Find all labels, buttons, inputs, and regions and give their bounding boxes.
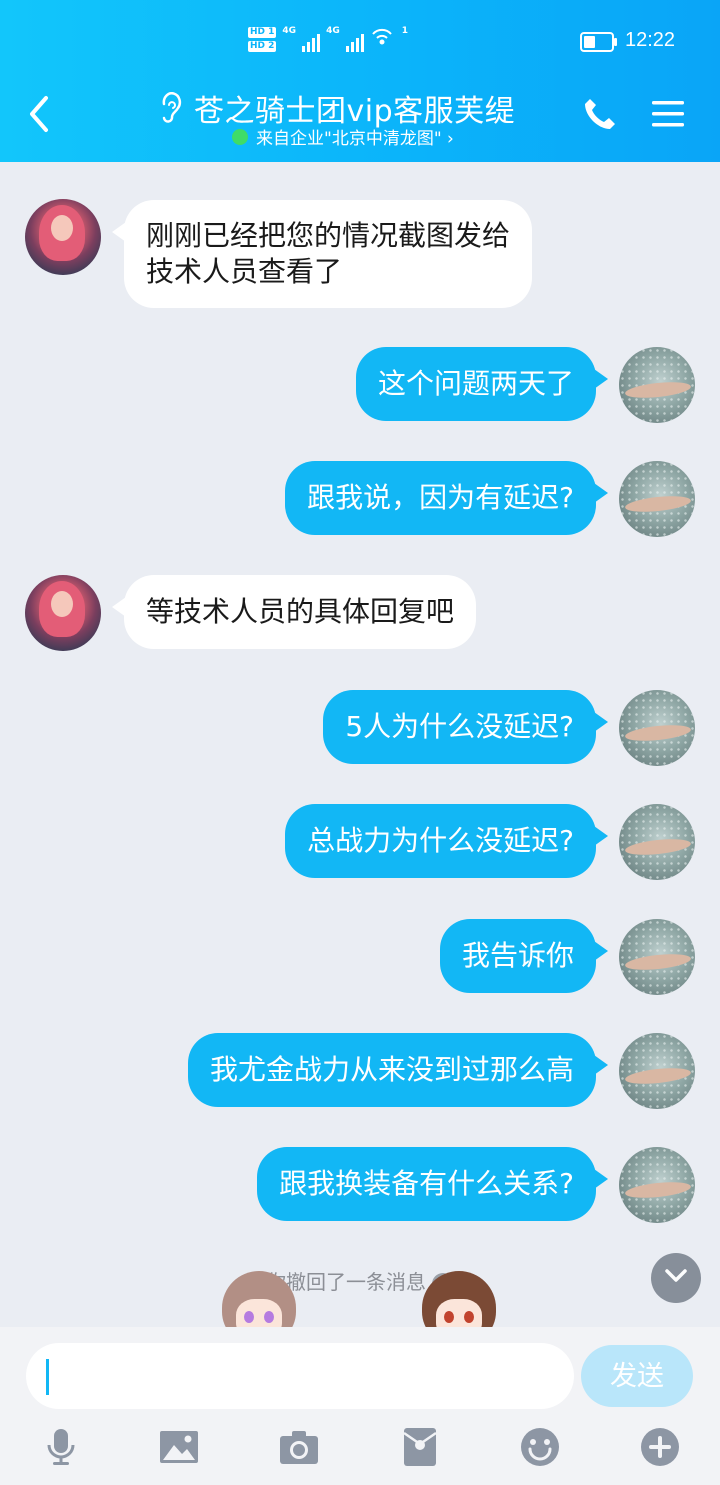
user-avatar[interactable] [619, 1147, 695, 1223]
message-text: 我尤金战力从来没到过那么高 [209, 1053, 574, 1086]
hotspot-badge: 1 [401, 26, 408, 36]
microphone-icon[interactable] [41, 1427, 81, 1467]
message-bubble[interactable]: 5人为什么没延迟? [323, 690, 608, 764]
message-bubble[interactable]: 等技术人员的具体回复吧 [111, 575, 477, 649]
user-avatar[interactable] [619, 461, 695, 537]
message-bubble[interactable]: 这个问题两天了 [355, 347, 609, 421]
message-input[interactable] [26, 1343, 574, 1409]
image-icon[interactable] [159, 1427, 199, 1467]
message-text: 跟我换装备有什么关系? [279, 1167, 574, 1200]
back-arrow-icon[interactable] [26, 94, 54, 134]
peeking-sticker-girl [218, 1271, 300, 1327]
send-button[interactable]: 发送 [581, 1345, 693, 1407]
user-avatar[interactable] [619, 690, 695, 766]
user-avatar[interactable] [619, 919, 695, 995]
message-bubble[interactable]: 我尤金战力从来没到过那么高 [187, 1033, 609, 1107]
emoji-icon[interactable] [520, 1427, 560, 1467]
red-packet-icon[interactable] [400, 1427, 440, 1467]
battery-icon [580, 32, 617, 52]
camera-icon[interactable] [279, 1427, 319, 1467]
message-bubble[interactable]: 刚刚已经把您的情况截图发给 技术人员查看了 [111, 200, 533, 308]
message-list[interactable]: 刚刚已经把您的情况截图发给 技术人员查看了 这个问题两天了 跟我说，因为有延迟?… [0, 162, 720, 1327]
network-2-label: 4G [326, 26, 340, 36]
network-1-label: 4G [282, 26, 297, 36]
hotspot-icon [371, 28, 392, 45]
user-avatar[interactable] [619, 347, 695, 423]
signal-1-icon [302, 32, 321, 52]
message-bubble[interactable]: 跟我说，因为有延迟? [285, 461, 608, 535]
plus-icon[interactable] [640, 1427, 680, 1467]
phone-icon[interactable] [582, 96, 618, 132]
user-avatar[interactable] [619, 804, 695, 880]
message-text: 等技术人员的具体回复吧 [146, 595, 455, 628]
clock: 12:22 [625, 29, 676, 51]
message-text: 跟我说，因为有延迟? [307, 481, 574, 514]
peeking-sticker-boy [418, 1271, 500, 1327]
signal-2-icon [345, 32, 364, 52]
hd-1-badge: HD 1 [248, 27, 277, 38]
message-text: 总战力为什么没延迟? [307, 824, 574, 857]
hd-2-badge: HD 2 [248, 41, 277, 52]
message-text: 5人为什么没延迟? [345, 710, 574, 743]
recall-notice: 你撤回了一条消息 [0, 1266, 720, 1295]
message-bubble[interactable]: 我告诉你 [439, 919, 609, 993]
message-text: 这个问题两天了 [377, 367, 574, 400]
input-panel: 发送 [0, 1327, 720, 1485]
menu-icon[interactable] [650, 98, 686, 130]
chat-subtitle: 来自企业"北京中清龙图" › [256, 129, 454, 149]
message-text: 技术人员查看了 [146, 255, 343, 288]
company-link[interactable]: 来自企业"北京中清龙图" › [232, 124, 454, 149]
chat-header: HD 1 HD 2 4G 4G 1 12:22 苍之骑士团vip客服芙缇 来自企… [0, 0, 720, 162]
chevron-down-icon [665, 1269, 687, 1282]
online-status-dot [232, 128, 248, 145]
status-bar: HD 1 HD 2 4G 4G 1 12:22 [0, 20, 720, 64]
agent-avatar[interactable] [25, 575, 101, 651]
signal-group: HD 1 HD 2 4G 4G 1 [248, 26, 408, 52]
ear-icon[interactable] [158, 92, 182, 124]
user-avatar[interactable] [619, 1033, 695, 1109]
message-bubble[interactable]: 跟我换装备有什么关系? [257, 1147, 608, 1221]
text-cursor [46, 1359, 49, 1395]
scroll-to-bottom-button[interactable] [651, 1253, 701, 1303]
message-text: 我告诉你 [461, 939, 574, 972]
agent-avatar[interactable] [25, 199, 101, 275]
message-bubble[interactable]: 总战力为什么没延迟? [285, 804, 608, 878]
message-text: 刚刚已经把您的情况截图发给 [146, 219, 511, 252]
